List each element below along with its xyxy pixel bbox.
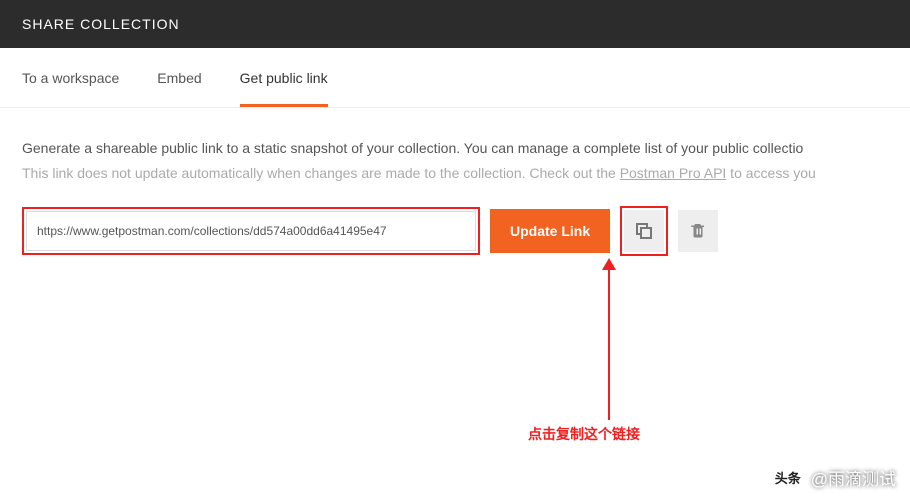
tabs-bar: To a workspace Embed Get public link <box>0 48 910 108</box>
tab-to-workspace[interactable]: To a workspace <box>22 48 119 107</box>
tab-get-public-link[interactable]: Get public link <box>240 48 328 107</box>
tab-embed[interactable]: Embed <box>157 48 201 107</box>
desc2-post: to access you <box>726 165 816 181</box>
delete-link-button[interactable] <box>678 210 718 252</box>
link-row: Update Link <box>22 206 888 256</box>
watermark-badge: 头条 <box>771 466 805 489</box>
description-line-1: Generate a shareable public link to a st… <box>22 138 888 159</box>
dialog-header: SHARE COLLECTION <box>0 0 910 48</box>
update-link-button[interactable]: Update Link <box>490 209 610 253</box>
annotation-text: 点击复制这个链接 <box>528 424 640 444</box>
watermark-text: @雨滴测试 <box>811 465 896 490</box>
annotation-arrow-head <box>602 258 616 270</box>
copy-highlight-box <box>620 206 668 256</box>
annotation-arrow-line <box>608 260 610 420</box>
postman-pro-api-link[interactable]: Postman Pro API <box>620 165 727 181</box>
copy-icon <box>636 223 652 239</box>
watermark: 头条 @雨滴测试 <box>771 465 896 490</box>
copy-link-button[interactable] <box>624 210 664 252</box>
trash-icon <box>689 221 707 242</box>
description-line-2: This link does not update automatically … <box>22 163 888 184</box>
dialog-title: SHARE COLLECTION <box>22 16 180 32</box>
public-link-input[interactable] <box>26 211 476 251</box>
desc2-pre: This link does not update automatically … <box>22 165 620 181</box>
link-highlight-box <box>22 207 480 255</box>
content-area: Generate a shareable public link to a st… <box>0 108 910 256</box>
